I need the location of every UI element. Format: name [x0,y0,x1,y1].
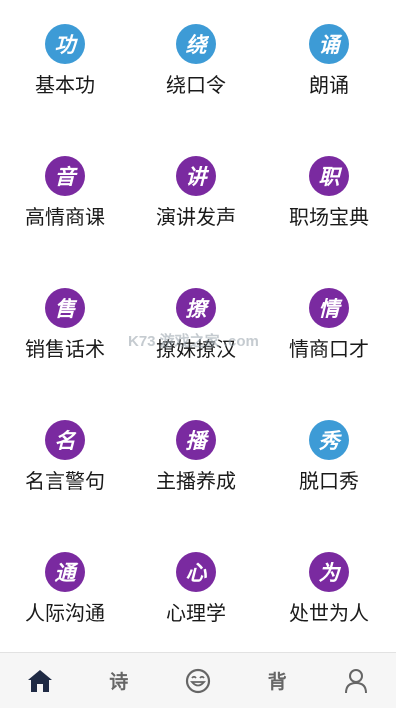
grid-item-xiaoshouhuashu[interactable]: 售 销售话术 [0,264,130,396]
tab-recite[interactable]: 背 [238,653,317,708]
badge-icon: 绕 [176,24,216,64]
grid-item-zhuboyangcheng[interactable]: 播 主播养成 [130,396,262,528]
badge-icon: 为 [309,552,349,592]
home-icon [27,669,52,692]
badge-icon: 通 [45,552,85,592]
grid-item-label: 撩妹撩汉 [156,337,236,361]
badge-icon: 诵 [309,24,349,64]
smiley-face-icon [185,668,211,693]
grid-item-label: 主播养成 [156,469,236,493]
grid-item-chushiweiren[interactable]: 为 处世为人 [262,528,396,660]
badge-icon: 名 [45,420,85,460]
tab-home[interactable] [0,653,79,708]
grid-item-gaoqingshangke[interactable]: 音 高情商课 [0,132,130,264]
grid-item-label: 绕口令 [166,73,226,97]
tab-profile[interactable] [317,653,396,708]
badge-icon: 心 [176,552,216,592]
feature-grid: 功 基本功 绕 绕口令 诵 朗诵 音 高情商课 讲 演讲发声 职 职场宝典 售 … [0,0,396,652]
grid-item-label: 销售话术 [25,337,105,361]
badge-icon: 讲 [176,156,216,196]
badge-icon: 撩 [176,288,216,328]
badge-icon: 售 [45,288,85,328]
grid-item-liaomeiliaohan[interactable]: 撩 撩妹撩汉 [130,264,262,396]
tab-poem-label: 诗 [109,671,129,693]
grid-item-tuokouxiu[interactable]: 秀 脱口秀 [262,396,396,528]
badge-icon: 秀 [309,420,349,460]
tab-face[interactable] [158,653,237,708]
badge-icon: 功 [45,24,85,64]
grid-item-qingshangkoucai[interactable]: 情 情商口才 [262,264,396,396]
badge-icon: 播 [176,420,216,460]
tab-poem[interactable]: 诗 [79,653,158,708]
badge-icon: 职 [309,156,349,196]
badge-icon: 音 [45,156,85,196]
tab-recite-label: 背 [267,671,287,693]
grid-item-label: 人际沟通 [25,601,105,625]
grid-item-xinlixue[interactable]: 心 心理学 [130,528,262,660]
grid-item-label: 心理学 [166,601,226,625]
grid-item-label: 情商口才 [289,337,369,361]
grid-item-label: 名言警句 [25,469,105,493]
grid-item-label: 基本功 [35,73,95,97]
grid-item-mingyanjingju[interactable]: 名 名言警句 [0,396,130,528]
grid-item-label: 处世为人 [289,601,369,625]
grid-item-zhichangbaodian[interactable]: 职 职场宝典 [262,132,396,264]
grid-item-label: 脱口秀 [299,469,359,493]
grid-item-label: 朗诵 [309,73,349,97]
grid-item-label: 高情商课 [25,205,105,229]
grid-item-raokouling[interactable]: 绕 绕口令 [130,0,262,132]
grid-item-renjigoutong[interactable]: 通 人际沟通 [0,528,130,660]
badge-icon: 情 [309,288,349,328]
grid-item-yanjiangfasheng[interactable]: 讲 演讲发声 [130,132,262,264]
grid-item-label: 职场宝典 [289,205,369,229]
grid-item-langsong[interactable]: 诵 朗诵 [262,0,396,132]
grid-item-label: 演讲发声 [156,205,236,229]
grid-item-jibengong[interactable]: 功 基本功 [0,0,130,132]
user-icon [345,668,368,693]
bottom-tab-bar: 诗 背 [0,652,396,708]
